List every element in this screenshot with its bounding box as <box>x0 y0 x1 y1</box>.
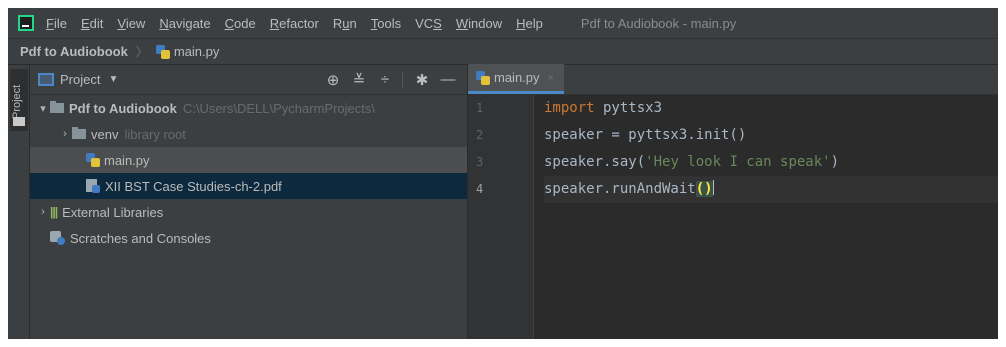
project-panel-header: Project ▼ ⊕ ≚ ÷ ✱ — <box>30 65 467 95</box>
scratches-icon <box>50 231 65 245</box>
tree-item-label: XII BST Case Studies-ch-2.pdf <box>105 178 282 194</box>
line-gutter: 1 2 3 4 <box>468 95 534 339</box>
hide-icon[interactable]: — <box>437 71 459 88</box>
menu-file[interactable]: File <box>46 16 67 31</box>
line-number: 2 <box>476 128 484 142</box>
project-tree: ▾ Pdf to Audiobook C:\Users\DELL\Pycharm… <box>30 95 467 251</box>
code-line[interactable]: import pyttsx3 <box>544 95 998 122</box>
collapse-all-icon[interactable]: ÷ <box>374 71 396 88</box>
tree-item-label: venv <box>91 126 119 142</box>
ide-window: File Edit View Navigate Code Refactor Ru… <box>8 8 998 339</box>
editor: main.py × 1 2 3 4 import pyttsx3 speaker… <box>468 64 998 339</box>
matched-parens: () <box>695 181 713 197</box>
menu-window[interactable]: Window <box>456 16 502 31</box>
folder-icon <box>50 101 64 113</box>
target-icon[interactable]: ⊕ <box>322 71 344 89</box>
tree-item-external-libraries[interactable]: › ||| External Libraries <box>30 199 467 225</box>
project-view-icon <box>38 73 54 86</box>
string-token: 'Hey look I can speak' <box>645 154 831 170</box>
breadcrumb: Pdf to Audiobook 〉 main.py <box>8 38 998 65</box>
menu-code[interactable]: Code <box>225 16 256 31</box>
tree-item-hint: library root <box>124 126 186 142</box>
tree-item-path: C:\Users\DELL\PycharmProjects\ <box>182 100 375 116</box>
tree-item-project-root[interactable]: ▾ Pdf to Audiobook C:\Users\DELL\Pycharm… <box>30 95 467 121</box>
menu-navigate[interactable]: Navigate <box>159 16 210 31</box>
code-token: speaker = pyttsx3.init() <box>544 127 747 143</box>
project-view-selector[interactable]: Project <box>60 72 100 87</box>
tree-item-scratches[interactable]: Scratches and Consoles <box>30 225 467 251</box>
code-token: ) <box>830 154 840 170</box>
menu-run[interactable]: Run <box>333 16 357 31</box>
text-cursor <box>712 180 714 195</box>
menu-help[interactable]: Help <box>516 16 543 31</box>
editor-tab-bar: main.py × <box>468 64 998 95</box>
libraries-icon: ||| <box>50 205 58 219</box>
panel-toolbar: ⊕ ≚ ÷ ✱ — <box>318 71 459 89</box>
toolbar-divider <box>402 71 403 88</box>
menu-vcs[interactable]: VCS <box>415 16 442 31</box>
tree-item-label: External Libraries <box>62 204 164 220</box>
tree-item-label: main.py <box>104 152 150 168</box>
chevron-down-icon[interactable]: ▾ <box>36 102 50 115</box>
folder-icon[interactable] <box>13 117 25 126</box>
tree-item-label: Scratches and Consoles <box>70 230 211 246</box>
code-line[interactable]: speaker.say('Hey look I can speak') <box>544 149 998 176</box>
code-token: pyttsx3 <box>594 100 663 116</box>
tree-item-pdf[interactable]: XII BST Case Studies-ch-2.pdf <box>30 173 467 199</box>
close-icon[interactable]: × <box>548 72 554 84</box>
breadcrumb-separator: 〉 <box>135 45 148 59</box>
keyword-token: import <box>544 100 595 116</box>
tree-item-label: Pdf to Audiobook <box>69 100 177 116</box>
breadcrumb-file[interactable]: main.py <box>174 44 220 59</box>
project-tool-tab-label: Project <box>11 84 23 119</box>
expand-all-icon[interactable]: ≚ <box>348 71 370 89</box>
menu-view[interactable]: View <box>117 16 145 31</box>
line-number: 4 <box>476 182 484 196</box>
code-line[interactable]: speaker = pyttsx3.init() <box>544 122 998 149</box>
code-token: speaker.say( <box>544 154 646 170</box>
tab-label: main.py <box>494 70 540 85</box>
menu-tools[interactable]: Tools <box>371 16 401 31</box>
tree-item-venv[interactable]: › venv library root <box>30 121 467 147</box>
chevron-right-icon[interactable]: › <box>58 128 72 140</box>
pycharm-logo-icon <box>18 15 34 31</box>
pdf-file-icon <box>86 179 100 193</box>
code-area[interactable]: 1 2 3 4 import pyttsx3 speaker = pyttsx3… <box>468 95 998 339</box>
folder-icon <box>72 127 86 139</box>
menu-bar: File Edit View Navigate Code Refactor Ru… <box>8 8 998 38</box>
menu-edit[interactable]: Edit <box>81 16 103 31</box>
gear-icon[interactable]: ✱ <box>411 71 433 89</box>
chevron-right-icon[interactable]: › <box>36 206 50 218</box>
python-file-icon <box>476 70 490 85</box>
tree-item-main-py[interactable]: main.py <box>30 147 467 173</box>
tab-main-py[interactable]: main.py × <box>468 64 564 94</box>
line-number: 1 <box>476 101 484 115</box>
chevron-down-icon[interactable]: ▼ <box>108 74 118 85</box>
code-token: speaker.runAndWait <box>544 181 696 197</box>
code-line-current[interactable]: speaker.runAndWait() <box>544 176 998 203</box>
breadcrumb-project[interactable]: Pdf to Audiobook <box>20 44 128 59</box>
project-panel: Project ▼ ⊕ ≚ ÷ ✱ — ▾ Pdf to Audiobook C… <box>30 65 468 339</box>
python-file-icon <box>155 44 170 59</box>
code-text[interactable]: import pyttsx3 speaker = pyttsx3.init() … <box>544 95 998 203</box>
menu-refactor[interactable]: Refactor <box>270 16 319 31</box>
tool-window-strip: Project <box>8 65 30 339</box>
window-title: Pdf to Audiobook - main.py <box>580 15 737 31</box>
line-number: 3 <box>476 155 484 169</box>
python-file-icon <box>86 153 100 167</box>
